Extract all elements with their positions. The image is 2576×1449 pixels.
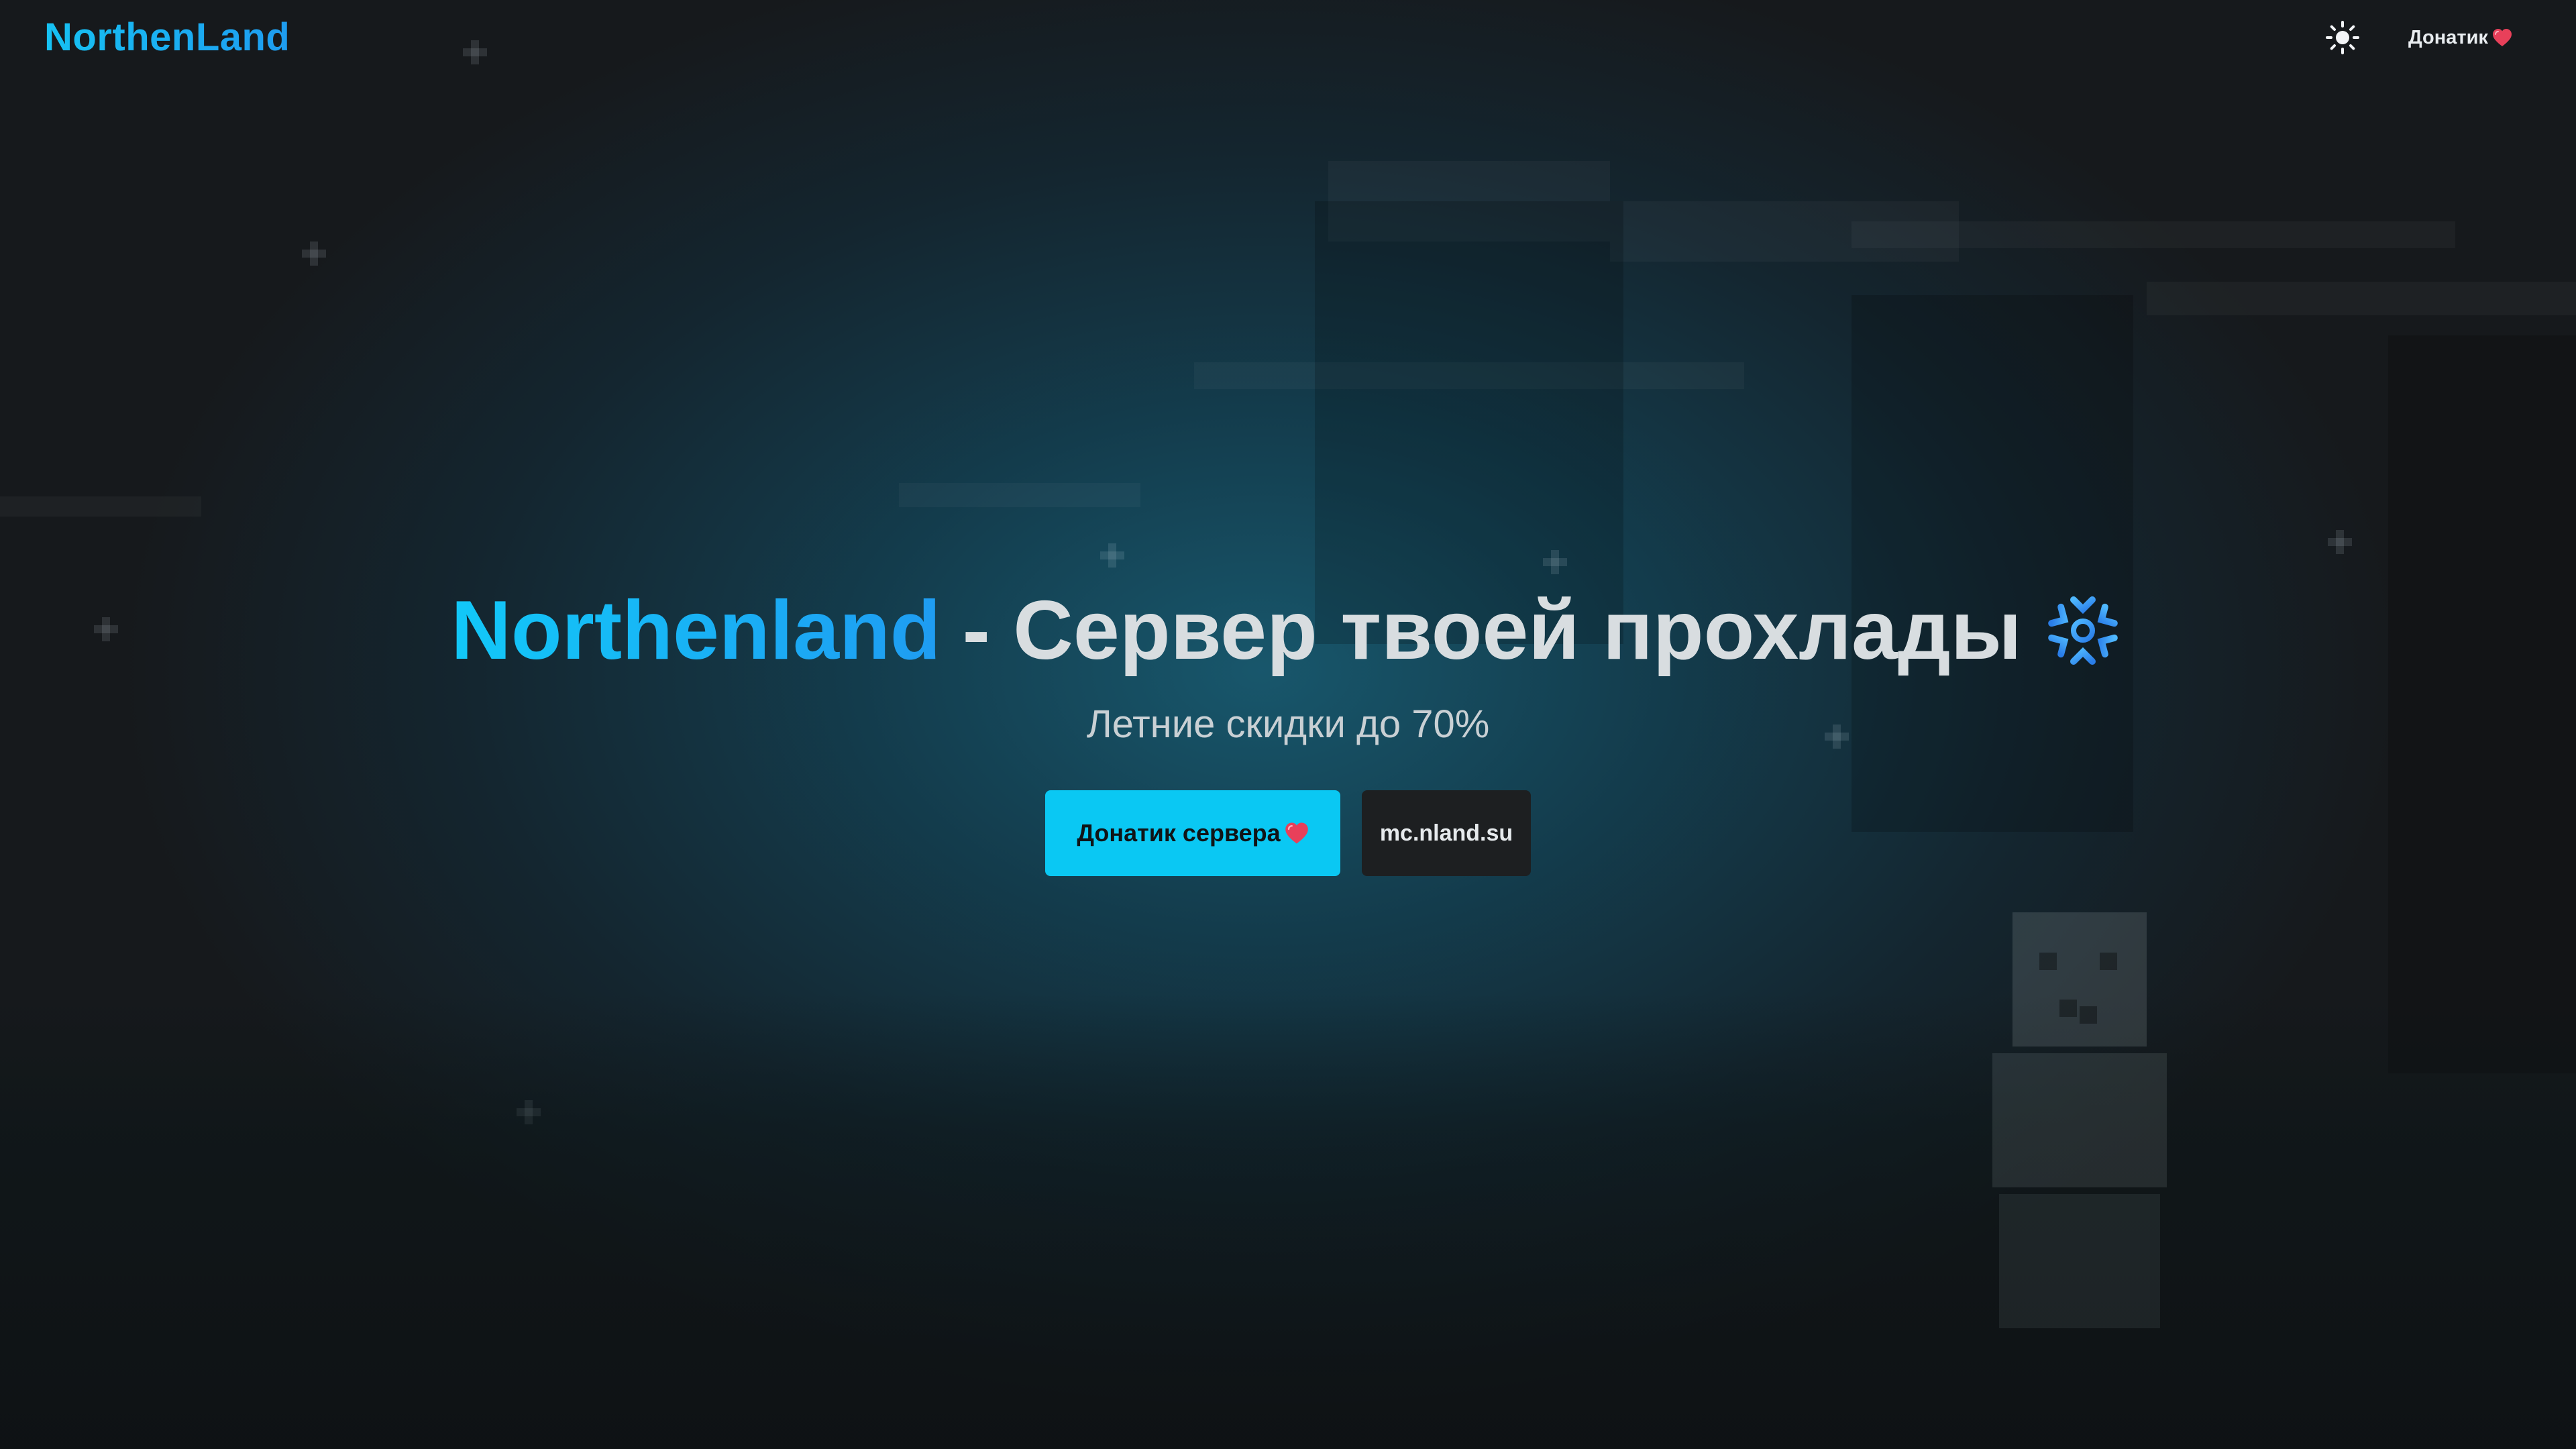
sun-icon bbox=[2326, 21, 2359, 54]
heart-icon bbox=[1285, 822, 1308, 844]
server-address-button[interactable]: mc.nland.su bbox=[1362, 790, 1531, 876]
top-navbar: NorthenLand Донатик bbox=[0, 0, 2576, 80]
nav-donate-label: Донатик bbox=[2408, 26, 2488, 48]
donate-server-label: Донатик сервера bbox=[1077, 819, 1281, 847]
theme-toggle-button[interactable] bbox=[2325, 20, 2360, 55]
hero-subtitle: Летние скидки до 70% bbox=[1086, 702, 1490, 746]
hero-title-brand: Northenland bbox=[451, 577, 941, 684]
hero-section: Northenland - Сервер твоей прохлады Летн… bbox=[0, 577, 2576, 876]
snowflake-icon bbox=[2047, 590, 2119, 672]
page: NorthenLand Донатик Northenland - Сервер… bbox=[0, 0, 2576, 1449]
nav-donate-link[interactable]: Донатик bbox=[2408, 24, 2512, 51]
hero-title: Northenland - Сервер твоей прохлады bbox=[451, 577, 2125, 684]
site-logo[interactable]: NorthenLand bbox=[44, 15, 290, 60]
hero-buttons: Донатик сервера mc.nland.su bbox=[0, 790, 2576, 876]
heart-icon bbox=[2492, 29, 2512, 46]
donate-server-button[interactable]: Донатик сервера bbox=[1045, 790, 1340, 876]
snowman-figure bbox=[1992, 912, 2167, 1328]
hero-title-text: - Сервер твоей прохлады bbox=[962, 584, 2022, 677]
server-address-label: mc.nland.su bbox=[1379, 820, 1513, 846]
